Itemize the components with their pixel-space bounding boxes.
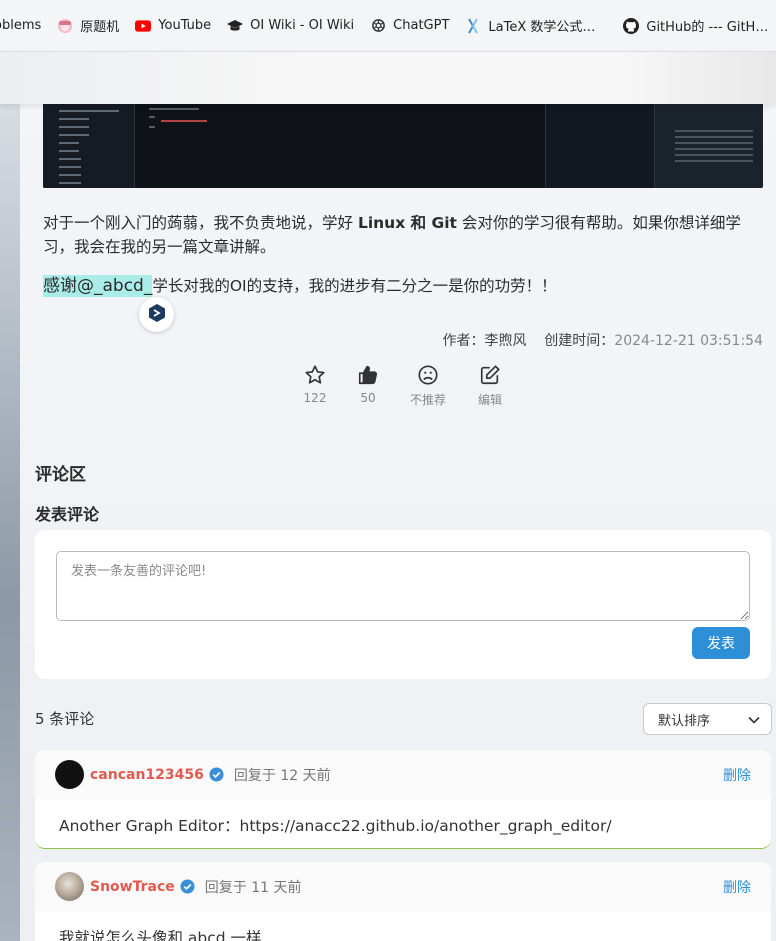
like-button[interactable]: 50 — [338, 362, 398, 405]
floating-assistant-button[interactable] — [139, 297, 174, 332]
edit-icon — [460, 362, 520, 388]
post-comment-heading: 发表评论 — [35, 505, 100, 524]
comment-body: Another Graph Editor：https://anacc22.git… — [59, 817, 612, 835]
bookmark-label: oblems — [0, 18, 42, 33]
bookmark-label: 原题机 — [80, 20, 120, 35]
post-comment-button[interactable]: 发表 — [692, 627, 750, 659]
assistant-icon — [148, 303, 166, 327]
comment-reply-time: 回复于 12 天前 — [233, 767, 331, 784]
comment-username[interactable]: SnowTrace — [90, 879, 175, 895]
bookmark-oi-wiki[interactable]: OI Wiki - OI Wiki — [219, 0, 362, 51]
bookmark-label: YouTube — [158, 18, 212, 33]
latex-icon — [465, 18, 481, 34]
file-tree-pane — [43, 104, 135, 188]
edit-button[interactable]: 编辑 — [460, 362, 520, 408]
bookmarks-bar: oblems 原题机 YouTube OI Wiki - OI Wiki Cha… — [0, 0, 776, 52]
sort-select[interactable]: 默认排序 — [643, 703, 772, 735]
avatar[interactable] — [55, 872, 84, 901]
preview-pane — [655, 104, 763, 188]
terminal-pane — [545, 104, 655, 188]
article-image-terminal-screenshot — [43, 104, 763, 188]
bookmark-github[interactable]: GitHub的 --- GitH… — [615, 0, 776, 51]
comment-item: cancan123456 回复于 12 天前 删除 Another Graph … — [35, 750, 771, 849]
author-name: 李煦风 — [484, 333, 527, 349]
verified-badge-icon — [209, 767, 224, 782]
bookmark-youtube[interactable]: YouTube — [127, 0, 219, 51]
bookmark-label: LaTeX 数学公式… — [488, 20, 596, 35]
like-count: 50 — [360, 391, 376, 405]
dislike-label: 不推荐 — [409, 393, 446, 407]
paragraph-text: 学长对我的OI的支持，我的进步有二分之一是你的功劳！！ — [152, 277, 557, 295]
delete-comment-button[interactable]: 删除 — [723, 765, 751, 785]
article-meta: 作者：李煦风 创建时间：2024-12-21 03:51:54 — [442, 330, 763, 350]
bookmark-label: GitHub的 --- GitH… — [646, 20, 769, 35]
article-actions: 122 50 不推荐 编辑 — [0, 362, 776, 412]
site-navbar — [0, 52, 776, 104]
bookmark-chatgpt[interactable]: ChatGPT — [362, 0, 457, 51]
github-icon — [623, 17, 640, 34]
paragraph-bold-text: Linux 和 Git — [357, 214, 457, 232]
comment-reply-time: 回复于 11 天前 — [204, 879, 302, 896]
bookmark-label: OI Wiki - OI Wiki — [250, 18, 355, 33]
comment-item: SnowTrace 回复于 11 天前 删除 我就说怎么头像和 abcd 一样 — [35, 862, 771, 941]
created-time: 2024-12-21 03:51:54 — [614, 333, 763, 349]
delete-comment-button[interactable]: 删除 — [723, 877, 751, 897]
youtube-icon — [135, 18, 152, 34]
paragraph-text: 对于一个刚入门的蒟蒻，我不负责地说，学好 — [43, 214, 358, 232]
bookmark-problems[interactable]: oblems — [0, 0, 49, 51]
post-comment-card: 发表 — [35, 530, 771, 679]
comments-heading: 评论区 — [35, 465, 86, 485]
anime-avatar-icon — [57, 18, 73, 34]
avatar[interactable] — [55, 760, 84, 789]
comment-username[interactable]: cancan123456 — [90, 767, 204, 783]
star-count: 122 — [303, 391, 327, 405]
comment-header: cancan123456 回复于 12 天前 删除 — [35, 750, 771, 799]
thumbs-up-icon — [338, 362, 398, 388]
highlighted-mention: 感谢@_abcd_ — [43, 275, 153, 297]
chatgpt-icon — [370, 18, 386, 34]
star-icon — [285, 362, 345, 388]
bookmark-latex[interactable]: LaTeX 数学公式… — [457, 0, 603, 51]
article-paragraph: 对于一个刚入门的蒟蒻，我不负责地说，学好 Linux 和 Git 会对你的学习很… — [43, 211, 758, 259]
author-label: 作者： — [442, 333, 485, 349]
comment-header: SnowTrace 回复于 11 天前 删除 — [35, 862, 771, 911]
chevron-down-icon — [747, 713, 761, 731]
bookmark-label: ChatGPT — [393, 18, 450, 33]
edit-label: 编辑 — [477, 393, 502, 407]
created-label: 创建时间： — [544, 333, 615, 349]
background-strip — [0, 104, 20, 941]
bookmark-yuantiji[interactable]: 原题机 — [49, 0, 127, 51]
article-paragraph-thanks: 感谢@_abcd_学长对我的OI的支持，我的进步有二分之一是你的功劳！！ — [43, 274, 758, 298]
frown-face-icon — [398, 362, 458, 388]
dislike-button[interactable]: 不推荐 — [398, 362, 458, 408]
star-button[interactable]: 122 — [285, 362, 345, 405]
comment-textarea[interactable] — [56, 551, 750, 621]
comment-body: 我就说怎么头像和 abcd 一样 — [59, 929, 262, 941]
sort-selected-value: 默认排序 — [658, 713, 711, 729]
comment-count: 5 条评论 — [35, 710, 95, 728]
graduation-cap-icon — [227, 18, 244, 34]
verified-badge-icon — [180, 879, 195, 894]
